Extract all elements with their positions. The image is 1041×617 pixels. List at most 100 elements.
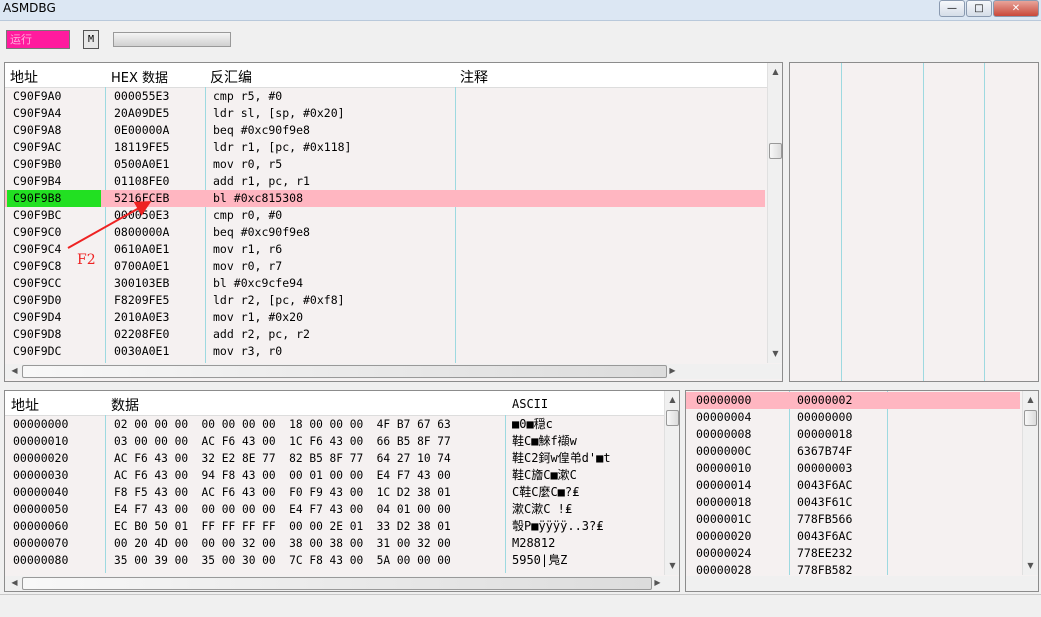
memory-row[interactable]: 00000050 E4 F7 43 00 00 00 00 00 E4 F7 43…	[5, 501, 663, 518]
close-icon: ✕	[1011, 3, 1021, 14]
memory-address: 00000030	[13, 468, 69, 482]
memory-row[interactable]: 00000040 F8 F5 43 00 AC F6 43 00 F0 F9 43…	[5, 484, 663, 501]
minimize-button[interactable]: —	[939, 0, 965, 17]
scroll-down-arrow-icon[interactable]: ▼	[1023, 561, 1038, 570]
scrollbar-thumb[interactable]	[666, 410, 679, 426]
disassembly-row[interactable]: C90F9D4 2010A0E3 mov r1, #0x20	[5, 309, 765, 326]
disassembly-row[interactable]: C90F9D0 F8209FE5 ldr r2, [pc, #0xf8]	[5, 292, 765, 309]
row-hex: 20A09DE5	[114, 106, 170, 120]
column-header-disassembly[interactable]: 反汇编	[210, 67, 252, 87]
disassembly-row[interactable]: C90F9A0 000055E3 cmp r5, #0	[5, 88, 765, 105]
disassembly-row[interactable]: C90F9D8 02208FE0 add r2, pc, r2	[5, 326, 765, 343]
stack-row[interactable]: 00000004 00000000	[686, 409, 1020, 426]
row-hex: 0E00000A	[114, 123, 170, 137]
disassembly-row[interactable]: C90F9C8 0700A0E1 mov r0, r7	[5, 258, 765, 275]
memory-bytes: 00 20 4D 00 00 00 32 00 38 00 38 00 31 0…	[114, 537, 451, 550]
column-header-data[interactable]: 数据	[111, 395, 139, 415]
scrollbar-thumb[interactable]	[769, 143, 782, 159]
stack-value: 00000018	[797, 427, 853, 441]
row-address: C90F9B4	[13, 174, 62, 188]
stack-row[interactable]: 00000000 00000002	[686, 392, 1020, 409]
stack-offset: 00000020	[696, 529, 752, 543]
maximize-button[interactable]: □	[966, 0, 992, 17]
memory-row[interactable]: 00000000 02 00 00 00 00 00 00 00 18 00 00…	[5, 416, 663, 433]
scroll-up-arrow-icon[interactable]: ▲	[1023, 395, 1038, 404]
scrollbar-thumb[interactable]	[22, 577, 652, 590]
memory-bytes: AC F6 43 00 32 E2 8E 77 82 B5 8F 77 64 2…	[114, 452, 451, 465]
memory-ascii: 鞋C■鯠f襭w	[512, 434, 577, 448]
disassembly-row[interactable]: C90F9DC 0030A0E1 mov r3, r0	[5, 343, 765, 360]
stack-row[interactable]: 00000014 0043F6AC	[686, 477, 1020, 494]
stack-offset: 00000024	[696, 546, 752, 560]
scroll-right-arrow-icon[interactable]: ▶	[665, 366, 680, 375]
row-address: C90F9A0	[13, 89, 62, 103]
scroll-up-arrow-icon[interactable]: ▲	[665, 395, 679, 404]
stack-row[interactable]: 00000010 00000003	[686, 460, 1020, 477]
stack-row[interactable]: 0000000C 6367B74F	[686, 443, 1020, 460]
column-header-address[interactable]: 地址	[10, 67, 38, 87]
column-header-ascii[interactable]: ASCII	[512, 397, 548, 411]
memory-row[interactable]: 00000010 03 00 00 00 AC F6 43 00 1C F6 43…	[5, 433, 663, 450]
scroll-right-arrow-icon[interactable]: ▶	[650, 578, 665, 587]
toolbar: 运行 M	[0, 21, 1041, 59]
memory-bytes: E4 F7 43 00 00 00 00 00 E4 F7 43 00 04 0…	[114, 503, 451, 516]
memory-ascii: 漱C漱C !₤	[512, 502, 573, 516]
disassembly-row[interactable]: C90F9B0 0500A0E1 mov r0, r5	[5, 156, 765, 173]
disassembly-row[interactable]: C90F9AC 18119FE5 ldr r1, [pc, #0x118]	[5, 139, 765, 156]
scrollbar-thumb[interactable]	[1024, 410, 1037, 426]
column-header-comment[interactable]: 注释	[460, 67, 488, 87]
row-address: C90F9DC	[13, 344, 62, 358]
status-bar	[0, 594, 1041, 617]
registers-panel	[789, 62, 1039, 382]
scroll-down-arrow-icon[interactable]: ▼	[768, 349, 782, 358]
scroll-left-arrow-icon[interactable]: ◀	[7, 366, 22, 375]
annotation-label: F2	[77, 252, 96, 268]
row-hex: 18119FE5	[114, 140, 170, 154]
memory-horizontal-scrollbar[interactable]: ◀ ▶	[5, 576, 679, 591]
memory-row[interactable]: 00000080 35 00 39 00 35 00 30 00 7C F8 43…	[5, 552, 663, 569]
scroll-down-arrow-icon[interactable]: ▼	[665, 561, 679, 570]
memory-row[interactable]: 00000070 00 20 4D 00 00 00 32 00 38 00 38…	[5, 535, 663, 552]
stack-row[interactable]: 00000008 00000018	[686, 426, 1020, 443]
row-instruction: ldr r2, [pc, #0xf8]	[213, 293, 345, 307]
memory-m-button[interactable]: M	[83, 30, 99, 49]
memory-address: 00000010	[13, 434, 69, 448]
stack-row[interactable]: 00000024 778EE232	[686, 545, 1020, 562]
disassembly-row[interactable]: C90F9A4 20A09DE5 ldr sl, [sp, #0x20]	[5, 105, 765, 122]
memory-row[interactable]: 00000060 EC B0 50 01 FF FF FF FF 00 00 2E…	[5, 518, 663, 535]
memory-row[interactable]: 00000020 AC F6 43 00 32 E2 8E 77 82 B5 8F…	[5, 450, 663, 467]
run-status-field[interactable]: 运行	[6, 30, 70, 49]
column-header-address[interactable]: 地址	[11, 395, 39, 415]
row-instruction: beq #0xc90f9e8	[213, 123, 310, 137]
disassembly-vertical-scrollbar[interactable]: ▲ ▼	[767, 63, 782, 363]
stack-row[interactable]: 0000001C 778FB566	[686, 511, 1020, 528]
window-title: ASMDBG	[3, 1, 56, 15]
row-hex: 0700A0E1	[114, 259, 170, 273]
scroll-left-arrow-icon[interactable]: ◀	[7, 578, 22, 587]
memory-address: 00000020	[13, 451, 69, 465]
disassembly-row[interactable]: C90F9B4 01108FE0 add r1, pc, r1	[5, 173, 765, 190]
stack-offset: 0000001C	[696, 512, 752, 526]
progress-bar	[113, 32, 231, 47]
stack-row[interactable]: 00000018 0043F61C	[686, 494, 1020, 511]
memory-row[interactable]: 00000030 AC F6 43 00 94 F8 43 00 00 01 00…	[5, 467, 663, 484]
annotation-arrow-icon	[67, 201, 152, 249]
close-button[interactable]: ✕	[993, 0, 1039, 17]
disassembly-row[interactable]: C90F9A8 0E00000A beq #0xc90f9e8	[5, 122, 765, 139]
scroll-up-arrow-icon[interactable]: ▲	[768, 67, 782, 76]
stack-offset: 00000018	[696, 495, 752, 509]
column-header-hex[interactable]: HEX 数据	[111, 67, 168, 86]
row-hex: F8209FE5	[114, 293, 170, 307]
stack-row[interactable]: 00000020 0043F6AC	[686, 528, 1020, 545]
stack-vertical-scrollbar[interactable]: ▲ ▼	[1022, 391, 1038, 575]
stack-offset: 00000014	[696, 478, 752, 492]
scrollbar-thumb[interactable]	[22, 365, 667, 378]
memory-address: 00000060	[13, 519, 69, 533]
disassembly-horizontal-scrollbar[interactable]: ◀ ▶	[5, 364, 782, 379]
stack-horizontal-scrollbar[interactable]	[686, 576, 1038, 591]
memory-ascii: 彀P■ÿÿÿÿ..3?₤	[512, 519, 604, 533]
stack-offset: 0000000C	[696, 444, 752, 458]
row-hex: 000055E3	[114, 89, 170, 103]
disassembly-row[interactable]: C90F9CC 300103EB bl #0xc9cfe94	[5, 275, 765, 292]
memory-vertical-scrollbar[interactable]: ▲ ▼	[664, 391, 679, 575]
